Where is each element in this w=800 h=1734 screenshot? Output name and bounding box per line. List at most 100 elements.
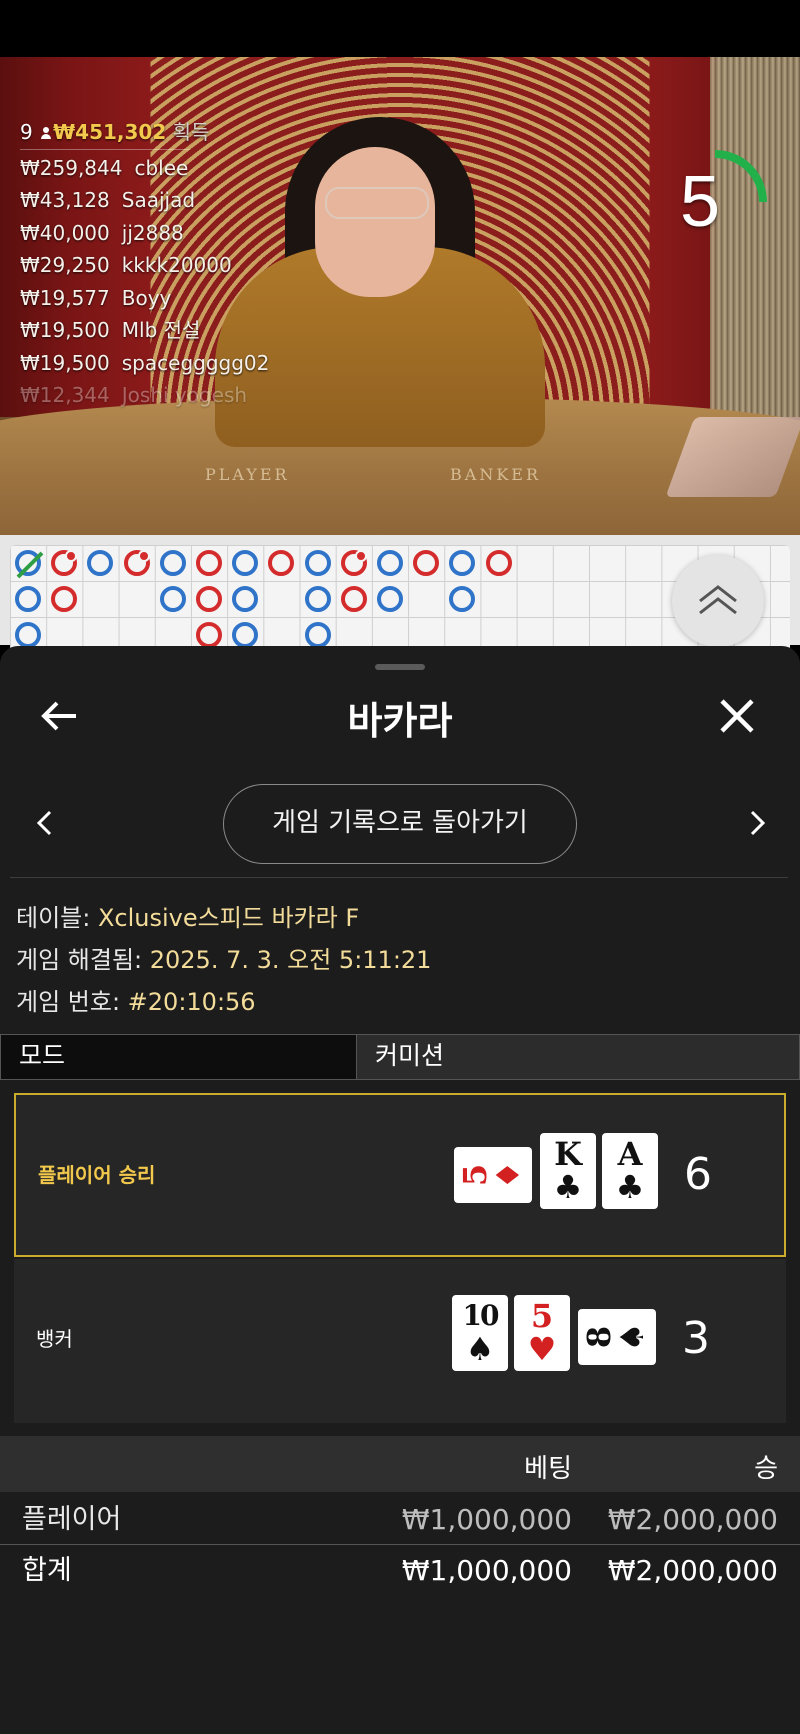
leaderboard-row: ₩29,250 kkkk20000	[20, 249, 269, 282]
sheet-grabber[interactable]	[375, 664, 425, 670]
game-number-value: #20:10:56	[127, 988, 256, 1016]
dealer-face	[315, 147, 435, 297]
player-card-2: K ♣	[540, 1133, 596, 1209]
banker-card-1: 10 ♠	[452, 1295, 508, 1371]
tie-mark	[16, 551, 44, 579]
player-bead	[377, 586, 403, 612]
back-to-history-button[interactable]: 게임 기록으로 돌아가기	[223, 784, 577, 864]
close-icon	[720, 699, 754, 733]
card-suit: ♠	[613, 1322, 651, 1352]
banker-bead	[485, 550, 512, 576]
total-bet-amount: ₩1,000,000	[401, 1554, 572, 1587]
bets-row-total: 합계 ₩1,000,000 ₩2,000,000	[0, 1546, 800, 1596]
card-rank: 5	[456, 1163, 494, 1187]
bet-amount: ₩1,000,000	[401, 1503, 572, 1536]
tab-commission[interactable]: 커미션	[356, 1034, 800, 1080]
win-amount: ₩2,000,000	[607, 1503, 778, 1536]
winner-name: spaceggggg02	[121, 350, 270, 375]
leaderboard-row: ₩19,577 Boyy	[20, 282, 269, 315]
expand-roadmap-button[interactable]	[672, 555, 764, 647]
winners-summary: 9 ₩451,302 획득	[20, 116, 269, 149]
double-chevron-up-icon	[699, 585, 737, 615]
player-bead	[15, 550, 44, 579]
betting-timer: 5	[660, 147, 770, 257]
banker-card-2: 5 ♥	[514, 1295, 570, 1371]
total-row-label: 합계	[22, 1555, 72, 1586]
bets-table-header: 베팅 승	[0, 1436, 800, 1492]
person-icon	[41, 127, 52, 139]
winner-name: cblee	[134, 155, 189, 180]
resolved-value: 2025. 7. 3. 오전 5:11:21	[149, 946, 432, 974]
player-score: 6	[684, 1149, 712, 1200]
resolved-info: 게임 해결됨: 2025. 7. 3. 오전 5:11:21	[16, 940, 431, 975]
winner-name: Boyy	[121, 285, 172, 310]
winner-name: kkkk20000	[121, 253, 232, 277]
leaderboard-row: ₩19,500 Mlb 전설	[20, 314, 269, 347]
winner-amount: ₩259,844	[20, 155, 123, 180]
leaderboard-divider	[20, 148, 190, 150]
player-card-3: A ♣	[602, 1133, 658, 1209]
game-number-info: 게임 번호: #20:10:56	[16, 982, 256, 1017]
previous-game-button[interactable]	[30, 808, 60, 838]
player-bead	[232, 622, 259, 648]
player-bead	[377, 550, 403, 576]
winners-leaderboard: 9 ₩451,302 획득 ₩259,844 cblee ₩43,128 Saajja…	[20, 116, 269, 412]
card-rank: 8	[580, 1325, 618, 1349]
winner-name: jj2888	[121, 220, 184, 245]
felt-banker-label: BANKER	[450, 465, 541, 484]
player-bead	[449, 586, 476, 612]
total-won-suffix: 획득	[172, 120, 210, 144]
timer-seconds: 5	[679, 162, 721, 242]
winner-amount: ₩43,128	[20, 188, 110, 212]
banker-score: 3	[682, 1313, 710, 1364]
next-game-button[interactable]	[742, 808, 772, 838]
banker-bead	[340, 550, 367, 576]
card-rank: 5	[530, 1297, 554, 1335]
sheet-title: 바카라	[347, 699, 453, 743]
banker-bead	[196, 622, 222, 648]
game-number-label: 게임 번호:	[16, 988, 128, 1016]
bets-divider	[0, 1544, 800, 1545]
player-bead	[449, 550, 476, 576]
table-info: 테이블: Xclusive스피드 바카라 F	[16, 898, 359, 933]
arrow-left-icon	[41, 701, 76, 731]
pair-dot	[354, 550, 367, 562]
dealer-glasses	[325, 187, 429, 219]
live-video-stream: PLAYER BANKER 9 ₩451,302 획득 ₩259,844 cble…	[0, 57, 800, 535]
banker-card-3: 8 ♠	[578, 1309, 656, 1365]
chevron-left-icon	[36, 810, 52, 836]
banker-bead	[51, 550, 78, 576]
card-suit: ♣	[553, 1168, 583, 1206]
player-bead	[232, 550, 259, 576]
winner-amount: ₩29,250	[20, 253, 110, 277]
bet-row-label: 플레이어	[22, 1504, 122, 1535]
card-rank: 10	[462, 1299, 500, 1332]
player-result-label: 플레이어 승리	[38, 1163, 156, 1187]
player-bead	[159, 586, 186, 612]
close-button[interactable]	[715, 694, 759, 738]
winner-amount: ₩19,577	[20, 285, 110, 310]
player-bead	[15, 586, 41, 612]
tab-mode[interactable]: 모드	[0, 1034, 356, 1080]
card-rank: A	[617, 1135, 643, 1173]
player-bead	[15, 622, 41, 648]
card-suit: ♣	[615, 1168, 645, 1206]
leaderboard-row: ₩19,500 spaceggggg02	[20, 347, 269, 380]
winner-name: Mlb 전설	[121, 318, 201, 342]
player-bead	[159, 550, 186, 576]
card-suit: ♠	[465, 1330, 495, 1368]
pair-dot	[137, 550, 150, 562]
game-detail-sheet: 바카라 게임 기록으로 돌아가기 테이블: Xclusive스피드 바카라 F …	[0, 646, 800, 1734]
player-bead	[304, 622, 331, 648]
player-bead	[304, 586, 331, 612]
table-label: 테이블:	[16, 904, 98, 932]
banker-bead	[196, 586, 222, 612]
player-bead	[232, 586, 259, 612]
winner-name: Saajjad	[121, 188, 196, 212]
banker-bead	[268, 550, 295, 576]
back-button[interactable]	[38, 694, 82, 738]
banker-result-label: 뱅커	[36, 1327, 73, 1351]
total-win-amount: ₩2,000,000	[607, 1554, 778, 1587]
banker-bead	[340, 586, 367, 612]
chevron-right-icon	[750, 810, 766, 836]
